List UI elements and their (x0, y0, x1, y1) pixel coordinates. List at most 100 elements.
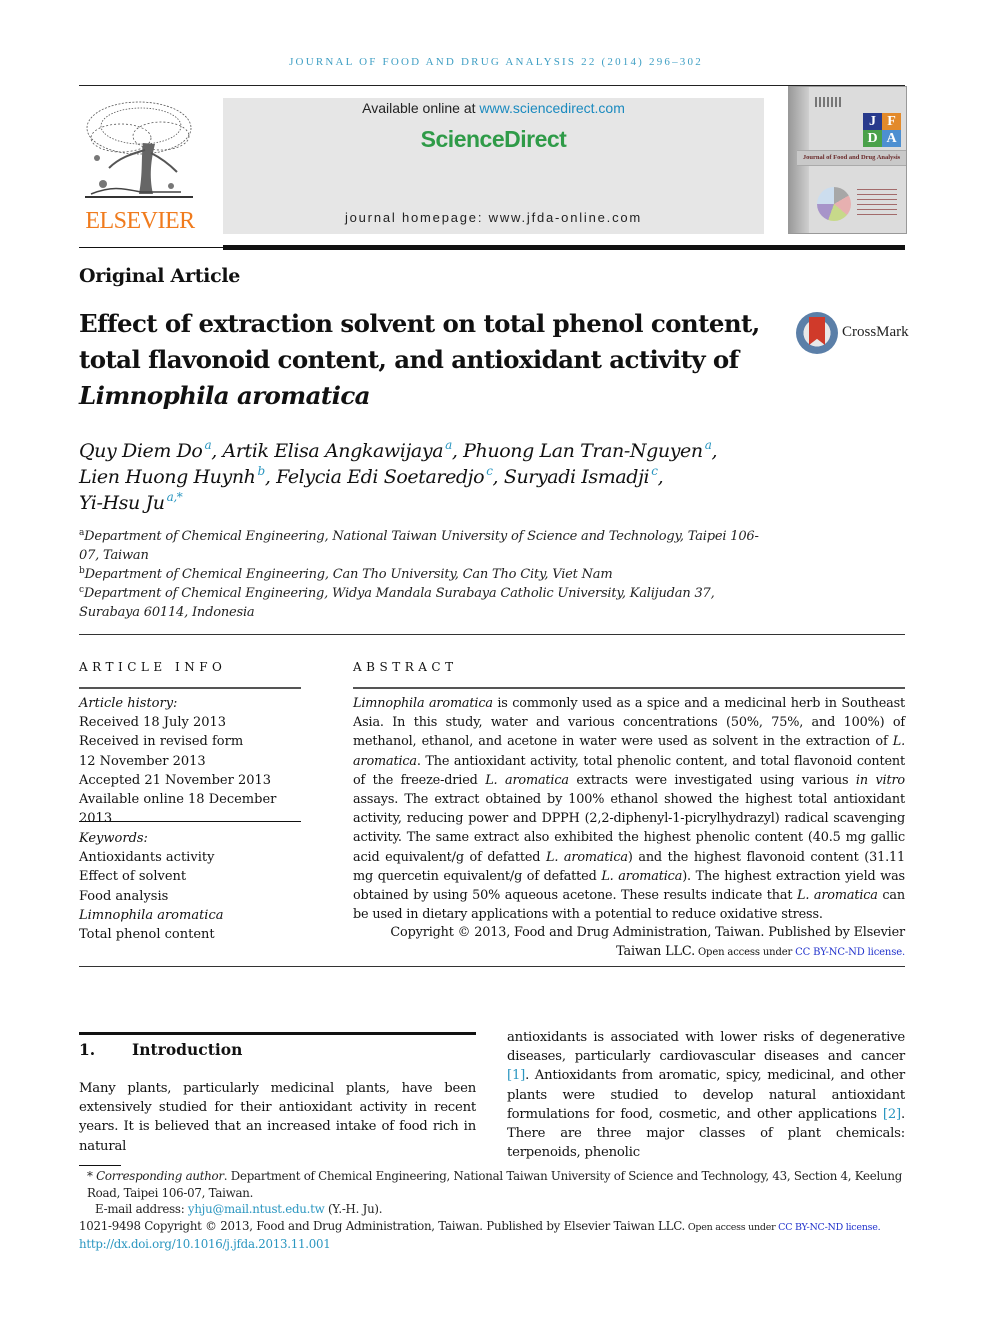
history-item: Accepted 21 November 2013 (79, 772, 272, 788)
jfda-letter: F (882, 113, 901, 130)
cover-logos (815, 97, 843, 107)
affiliation-item: aDepartment of Chemical Engineering, Nat… (79, 527, 759, 565)
affiliation-item: cDepartment of Chemical Engineering, Wid… (79, 584, 759, 622)
article-type: Original Article (79, 265, 241, 287)
affiliation-marker[interactable]: a (445, 438, 452, 452)
open-access-text: Open access under (685, 1221, 779, 1233)
email-note: E-mail address: yhju@mail.ntust.edu.tw (… (79, 1201, 905, 1218)
header-rule-thin (79, 247, 223, 248)
history-item: Received in revised form (79, 734, 244, 750)
intro-column-2: antioxidants is associated with lower ri… (507, 1028, 905, 1162)
article-info-heading: Article Info (79, 660, 227, 674)
body-text: . Antioxidants from aromatic, spicy, med… (507, 1068, 905, 1122)
jfda-logo: J F D A (863, 113, 901, 147)
species-name: L. aromatica (546, 849, 628, 865)
footnotes: * Corresponding author. Department of Ch… (79, 1168, 905, 1253)
affiliation-text: Department of Chemical Engineering, Nati… (79, 529, 759, 563)
keyword-item[interactable]: Total phenol content (79, 925, 304, 944)
body-text: antioxidants is associated with lower ri… (507, 1030, 905, 1065)
jfda-letter: J (863, 113, 882, 130)
section-title: Introduction (132, 1040, 243, 1059)
keyword-item[interactable]: Effect of solvent (79, 867, 304, 886)
jfda-letter: A (882, 130, 901, 147)
journal-homepage[interactable]: journal homepage: www.jfda-online.com (223, 210, 764, 225)
in-vitro-term: in vitro (855, 772, 905, 788)
intro-heading: 1. Introduction (79, 1040, 242, 1059)
author-name[interactable]: Quy Diem Do (79, 440, 203, 462)
intro-column-1: Many plants, particularly medicinal plan… (79, 1081, 476, 1154)
author-name[interactable]: Yi-Hsu Ju (79, 492, 165, 514)
intro-rule (79, 1032, 476, 1035)
species-name: Limnophila aromatica (353, 696, 493, 711)
abstract-copyright: Copyright © 2013, Food and Drug Administ… (353, 923, 905, 962)
author-separator: , (657, 466, 664, 488)
author-separator: , (492, 466, 504, 488)
keywords-label: Keywords: (79, 831, 148, 846)
history-item: 12 November 2013 (79, 753, 206, 769)
author-separator: , (264, 466, 277, 488)
sciencedirect-banner: Available online at www.sciencedirect.co… (223, 98, 764, 234)
keyword-item[interactable]: Antioxidants activity (79, 848, 304, 867)
title-line-italic: Limnophila aromatica (79, 381, 371, 410)
species-name: L. aromatica (796, 888, 878, 904)
reference-link[interactable]: [2] (883, 1107, 901, 1122)
doi-link[interactable]: http://dx.doi.org/10.1016/j.jfda.2013.11… (79, 1237, 331, 1251)
sciencedirect-link[interactable]: www.sciencedirect.com (479, 100, 625, 116)
email-label: E-mail address: (95, 1202, 188, 1216)
available-online: Available online at www.sciencedirect.co… (223, 100, 764, 116)
author-name[interactable]: Suryadi Ismadji (504, 466, 650, 488)
open-access-text: Open access under (694, 947, 796, 959)
reference-link[interactable]: [1] (507, 1068, 525, 1083)
email-suffix: (Y.-H. Ju). (324, 1202, 383, 1216)
journal-cover[interactable]: J F D A Journal of Food and Drug Analysi… (788, 86, 907, 234)
author-separator: , (711, 440, 718, 462)
abstract-rule (353, 687, 905, 689)
article-info-rule (79, 687, 301, 689)
author-list: Quy Diem Do a, Artik Elisa Angkawijaya a, … (79, 438, 779, 516)
article-history: Article history: Received 18 July 2013 R… (79, 694, 304, 828)
abstract-text: extracts were investigated using various (568, 772, 856, 788)
affiliation-marker[interactable]: b (258, 464, 266, 478)
article-title: Effect of extraction solvent on total ph… (79, 306, 779, 414)
section-number: 1. (79, 1040, 96, 1059)
corresponding-author-note: * Corresponding author. Department of Ch… (79, 1168, 905, 1201)
abstract-body: Limnophila aromatica is commonly used as… (353, 694, 905, 924)
affiliation-rule (79, 634, 905, 635)
affiliations: aDepartment of Chemical Engineering, Nat… (79, 527, 759, 622)
license-link[interactable]: CC BY-NC-ND license. (778, 1222, 880, 1233)
author-name[interactable]: Lien Huong Huynh (79, 466, 256, 488)
available-prefix: Available online at (362, 100, 480, 116)
issn-text: 1021-9498 Copyright © 2013, Food and Dru… (79, 1218, 686, 1233)
footnote-rule (79, 1165, 121, 1166)
keyword-item[interactable]: Limnophila aromatica (79, 906, 304, 925)
email-link[interactable]: yhju@mail.ntust.edu.tw (188, 1202, 325, 1216)
keyword-item[interactable]: Food analysis (79, 887, 304, 906)
cover-graphic (817, 187, 851, 221)
affiliation-text: Department of Chemical Engineering, Widy… (79, 586, 715, 620)
affiliation-marker[interactable]: a,* (167, 490, 183, 504)
author-name[interactable]: Felycia Edi Soetaredjo (276, 466, 485, 488)
sciencedirect-logo[interactable]: ScienceDirect (223, 126, 764, 153)
history-label: Article history: (79, 696, 178, 711)
elsevier-logo[interactable]: ELSEVIER (79, 96, 201, 236)
jfda-letter: D (863, 130, 882, 147)
affiliation-text: Department of Chemical Engineering, Can … (84, 567, 613, 582)
history-item: Received 18 July 2013 (79, 715, 227, 731)
author-name[interactable]: Artik Elisa Angkawijaya (223, 440, 444, 462)
abstract-bottom-rule (79, 966, 905, 967)
license-link[interactable]: CC BY-NC-ND license. (795, 947, 905, 958)
cover-text-lines (857, 189, 897, 217)
star-marker: * (87, 1169, 97, 1183)
title-line: total flavonoid content, and antioxidant… (79, 345, 739, 374)
running-head: Journal of Food and Drug Analysis 22 (20… (289, 56, 703, 68)
top-rule (79, 85, 905, 86)
crossmark-button[interactable]: CrossMark (796, 312, 911, 356)
keywords: Keywords: Antioxidants activity Effect o… (79, 829, 304, 944)
author-name[interactable]: Phuong Lan Tran-Nguyen (463, 440, 703, 462)
crossmark-label: CrossMark (842, 324, 909, 340)
species-name: L. aromatica (601, 868, 683, 884)
keywords-rule (79, 821, 301, 822)
abstract-heading: Abstract (353, 660, 458, 674)
affiliation-item: bDepartment of Chemical Engineering, Can… (79, 565, 759, 584)
author-separator: , (211, 440, 223, 462)
